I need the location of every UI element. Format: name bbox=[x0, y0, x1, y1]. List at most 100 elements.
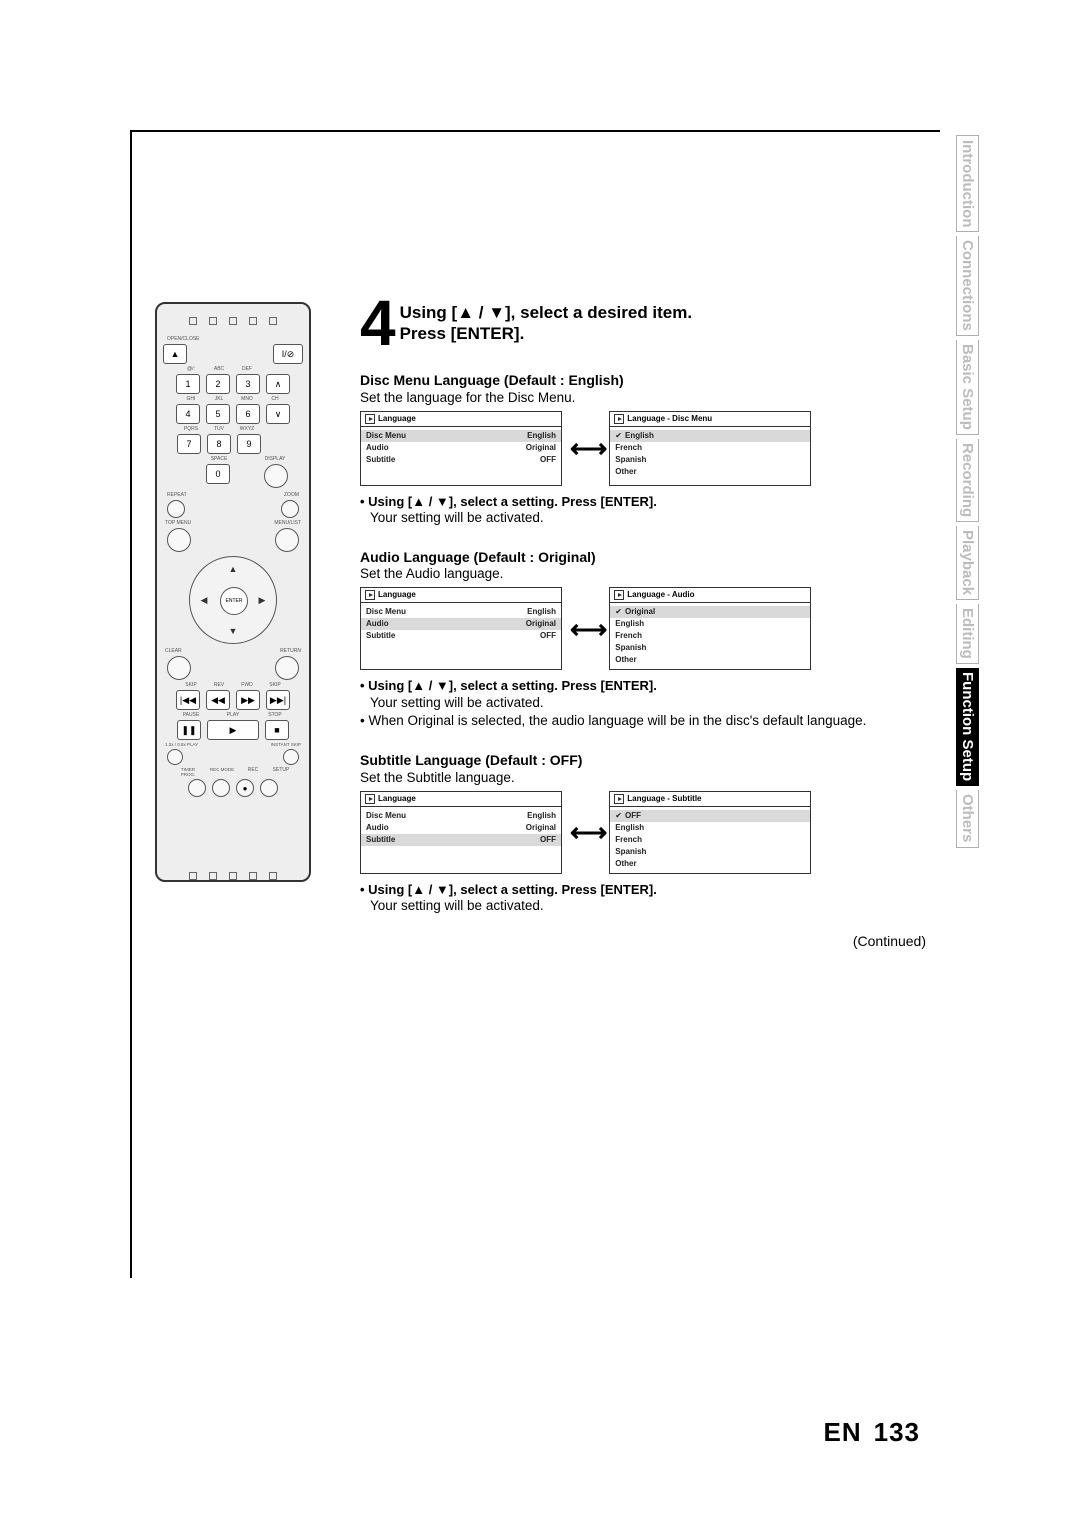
page-number: EN 133 bbox=[823, 1417, 920, 1448]
row-label: Audio bbox=[366, 823, 389, 833]
disc-screen-left: Language Disc MenuEnglish AudioOriginal … bbox=[360, 411, 562, 486]
btn-skip-back[interactable]: |◀◀ bbox=[176, 690, 200, 710]
double-arrow-icon: ⟷ bbox=[570, 432, 601, 465]
remote-control: OPEN/CLOSE ▲ I/⊘ @/:ABCDEF 1 2 3 ∧ GHIJK… bbox=[155, 302, 311, 882]
row-val: OFF bbox=[540, 455, 556, 465]
lbl-wxyz: WXYZ bbox=[236, 426, 258, 432]
tab-connections[interactable]: Connections bbox=[956, 236, 979, 336]
check-icon bbox=[615, 811, 622, 821]
btn-ch-down[interactable]: ∨ bbox=[266, 404, 290, 424]
lbl-jkl: JKL bbox=[208, 396, 230, 402]
btn-skip-fwd[interactable]: ▶▶| bbox=[266, 690, 290, 710]
btn-timer[interactable] bbox=[188, 779, 206, 797]
btn-fwd[interactable]: ▶▶ bbox=[236, 690, 260, 710]
row-val: OFF bbox=[540, 835, 556, 845]
screen-title: Language - Audio bbox=[627, 590, 694, 600]
btn-clear[interactable] bbox=[167, 656, 191, 680]
lbl-rev: REV bbox=[208, 682, 230, 688]
play-icon bbox=[614, 414, 624, 424]
audio-bullet: • Using [▲ / ▼], select a setting. Press… bbox=[360, 678, 930, 694]
row-val: English bbox=[527, 431, 556, 441]
row-label: Audio bbox=[366, 443, 389, 453]
opt: Other bbox=[615, 467, 636, 477]
lbl-play: PLAY bbox=[208, 712, 258, 718]
btn-speed[interactable] bbox=[167, 749, 183, 765]
btn-enter[interactable]: ENTER bbox=[220, 587, 248, 615]
btn-9[interactable]: 9 bbox=[237, 434, 261, 454]
tab-editing[interactable]: Editing bbox=[956, 604, 979, 664]
btn-ch-up[interactable]: ∧ bbox=[266, 374, 290, 394]
content: 4 Using [▲ / ▼], select a desired item. … bbox=[360, 296, 930, 950]
btn-topmenu[interactable] bbox=[167, 528, 191, 552]
double-arrow-icon: ⟷ bbox=[570, 816, 601, 849]
lbl-setup: SETUP bbox=[270, 767, 292, 777]
btn-6[interactable]: 6 bbox=[236, 404, 260, 424]
btn-rec[interactable]: ● bbox=[236, 779, 254, 797]
tab-playback[interactable]: Playback bbox=[956, 526, 979, 600]
btn-setup[interactable] bbox=[260, 779, 278, 797]
btn-3[interactable]: 3 bbox=[236, 374, 260, 394]
btn-display[interactable] bbox=[264, 464, 288, 488]
btn-stop[interactable]: ■ bbox=[265, 720, 289, 740]
page-num-value: 133 bbox=[874, 1417, 920, 1447]
opt: Spanish bbox=[615, 455, 646, 465]
subtitle-screen-left: Language Disc MenuEnglish AudioOriginal … bbox=[360, 791, 562, 874]
tab-introduction[interactable]: Introduction bbox=[956, 135, 979, 232]
tab-function-setup[interactable]: Function Setup bbox=[956, 668, 979, 786]
dpad-right[interactable]: ▶ bbox=[253, 591, 271, 609]
btn-pause[interactable]: ❚❚ bbox=[177, 720, 201, 740]
tab-others[interactable]: Others bbox=[956, 790, 979, 847]
btn-power[interactable]: I/⊘ bbox=[273, 344, 303, 364]
disc-bullet: • Using [▲ / ▼], select a setting. Press… bbox=[360, 494, 930, 510]
lbl-at: @/: bbox=[180, 366, 202, 372]
btn-instant[interactable] bbox=[283, 749, 299, 765]
lbl-skip1: SKIP bbox=[180, 682, 202, 688]
row-val: English bbox=[527, 811, 556, 821]
btn-0[interactable]: 0 bbox=[206, 464, 230, 484]
lbl-timer: TIMER PROG. bbox=[174, 767, 202, 777]
subtitle-screen-right: Language - Subtitle OFF English French S… bbox=[609, 791, 811, 874]
lbl-display: DISPLAY bbox=[264, 456, 286, 462]
btn-play[interactable]: ▶ bbox=[207, 720, 259, 740]
lbl-space: SPACE bbox=[208, 456, 230, 462]
check-icon bbox=[615, 431, 622, 441]
btn-rev[interactable]: ◀◀ bbox=[206, 690, 230, 710]
step-line1: Using [▲ / ▼], select a desired item. bbox=[400, 302, 693, 323]
btn-4[interactable]: 4 bbox=[176, 404, 200, 424]
btn-2[interactable]: 2 bbox=[206, 374, 230, 394]
page-lang: EN bbox=[823, 1417, 861, 1447]
opt: Original bbox=[625, 607, 655, 617]
subtitle-activated: Your setting will be activated. bbox=[360, 898, 930, 915]
check-icon bbox=[615, 607, 622, 617]
btn-eject[interactable]: ▲ bbox=[163, 344, 187, 364]
play-icon bbox=[365, 590, 375, 600]
btn-5[interactable]: 5 bbox=[206, 404, 230, 424]
btn-8[interactable]: 8 bbox=[207, 434, 231, 454]
lbl-recmode: REC MODE bbox=[208, 767, 236, 777]
tab-recording[interactable]: Recording bbox=[956, 439, 979, 522]
btn-recmode[interactable] bbox=[212, 779, 230, 797]
btn-repeat[interactable] bbox=[167, 500, 185, 518]
btn-1[interactable]: 1 bbox=[176, 374, 200, 394]
screen-title: Language - Subtitle bbox=[627, 794, 701, 804]
lbl-rec: REC bbox=[242, 767, 264, 777]
tab-basic-setup[interactable]: Basic Setup bbox=[956, 340, 979, 435]
dpad-up[interactable]: ▲ bbox=[224, 560, 242, 578]
opt: Spanish bbox=[615, 643, 646, 653]
dpad-left[interactable]: ◀ bbox=[195, 591, 213, 609]
lbl-pause: PAUSE bbox=[180, 712, 202, 718]
opt: French bbox=[615, 835, 642, 845]
opt: OFF bbox=[625, 811, 641, 821]
row-label: Subtitle bbox=[366, 455, 395, 465]
btn-return[interactable] bbox=[275, 656, 299, 680]
audio-activated: Your setting will be activated. bbox=[360, 695, 930, 712]
disc-desc: Set the language for the Disc Menu. bbox=[360, 390, 930, 407]
row-label: Subtitle bbox=[366, 835, 395, 845]
btn-7[interactable]: 7 bbox=[177, 434, 201, 454]
lbl-menulist: MENU/LIST bbox=[274, 520, 301, 526]
continued: (Continued) bbox=[360, 933, 930, 951]
opt: English bbox=[615, 619, 644, 629]
btn-zoom[interactable] bbox=[281, 500, 299, 518]
dpad-down[interactable]: ▼ bbox=[224, 622, 242, 640]
btn-menulist[interactable] bbox=[275, 528, 299, 552]
